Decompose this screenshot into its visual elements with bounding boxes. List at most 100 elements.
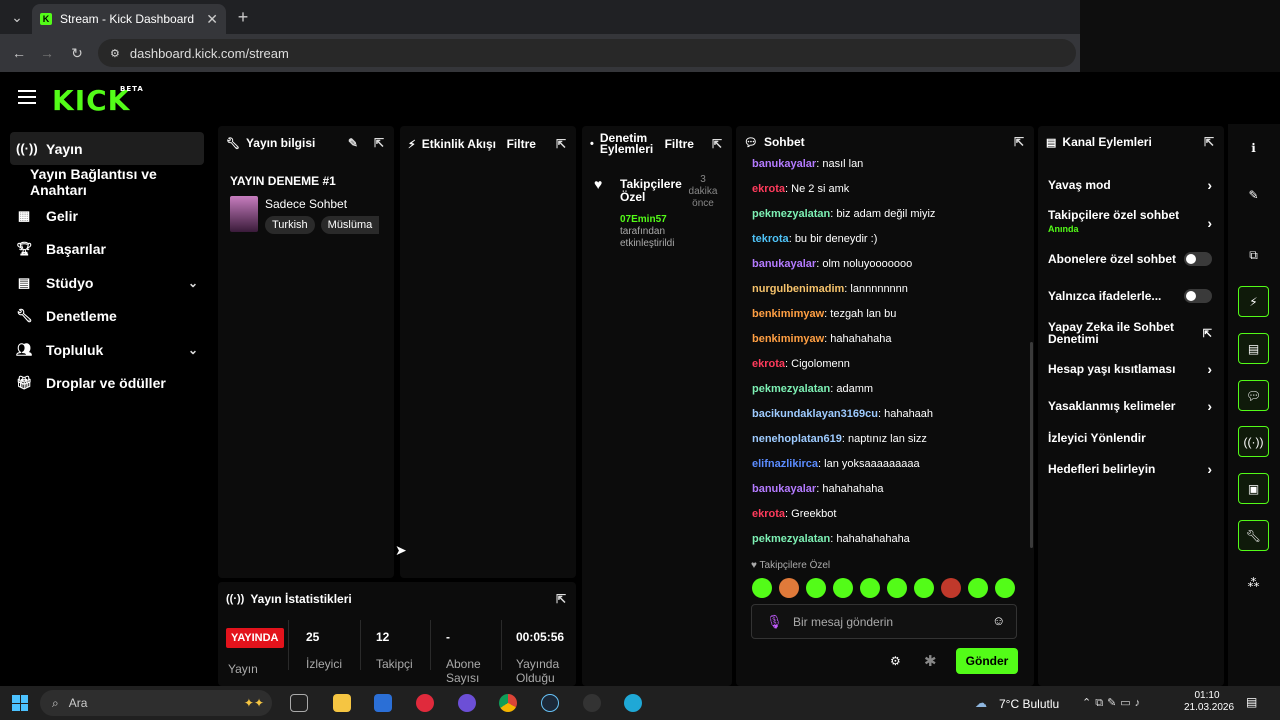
sidebar-item-denetleme[interactable]: 🔧︎ Denetleme bbox=[10, 300, 204, 333]
chat-username[interactable]: pekmezyalatan bbox=[752, 383, 830, 395]
clock[interactable]: 01:10 21.03.2026 bbox=[1184, 690, 1234, 714]
sidebar-item-droplar[interactable]: 🎁︎ Droplar ve ödüller bbox=[10, 367, 204, 400]
emote-icon[interactable] bbox=[914, 578, 934, 598]
chat-username[interactable]: banukayalar bbox=[752, 158, 816, 170]
edge-icon[interactable] bbox=[624, 694, 642, 712]
system-tray-icons[interactable]: ⌃⧉✎▭♪ bbox=[1082, 696, 1144, 710]
chat-username[interactable]: pekmezyalatan bbox=[752, 533, 830, 545]
action-subscribers-only[interactable]: Abonelere özel sohbet bbox=[1038, 252, 1224, 266]
emote-icon[interactable] bbox=[833, 578, 853, 598]
reload-icon[interactable]: ↻ bbox=[66, 42, 88, 64]
chat-username[interactable]: elifnazlikirca bbox=[752, 458, 818, 470]
emotes-only-toggle[interactable] bbox=[1184, 289, 1212, 303]
chrome-icon[interactable] bbox=[499, 694, 517, 712]
filter-button[interactable]: Filtre bbox=[665, 137, 694, 151]
action-banned-words[interactable]: Yasaklanmış kelimeler › bbox=[1038, 398, 1224, 414]
tag[interactable]: Müslüma bbox=[320, 216, 380, 234]
emote-icon[interactable] bbox=[941, 578, 961, 598]
emote-icon[interactable] bbox=[887, 578, 907, 598]
kick-coin-icon[interactable]: ✱ bbox=[924, 652, 937, 670]
popout-icon[interactable]: ⇱ bbox=[1204, 135, 1214, 149]
popout-icon[interactable]: ⇱ bbox=[712, 137, 722, 151]
chat-username[interactable]: ekrota bbox=[752, 183, 785, 195]
edit-pencil-icon[interactable]: ✎ bbox=[1238, 179, 1269, 210]
action-raid[interactable]: İzleyici Yönlendir bbox=[1038, 431, 1224, 445]
action-slow-mode[interactable]: Yavaş mod › bbox=[1038, 177, 1224, 193]
task-view-icon[interactable] bbox=[290, 694, 308, 712]
taskbar-search[interactable]: ⌕ Ara ✦✦ bbox=[40, 690, 272, 716]
store-icon[interactable] bbox=[374, 694, 392, 712]
video-layout-icon[interactable]: ▣ bbox=[1238, 473, 1269, 504]
menu-icon[interactable] bbox=[18, 90, 36, 104]
lightning-icon[interactable]: ⚡︎ bbox=[1238, 286, 1269, 317]
settings-gear-icon[interactable]: ⚙ bbox=[890, 654, 901, 668]
popout-icon[interactable]: ⇱ bbox=[556, 592, 566, 606]
close-tab-icon[interactable]: ✕ bbox=[206, 11, 218, 28]
document-icon[interactable]: ▤ bbox=[1238, 333, 1269, 364]
sidebar-item-stream-key[interactable]: Yayın Bağlantısı ve Anahtarı bbox=[10, 166, 204, 199]
edit-pencil-icon[interactable]: ✎ bbox=[348, 136, 358, 150]
chat-username[interactable]: benkimimyaw bbox=[752, 333, 824, 345]
obs-icon[interactable] bbox=[583, 694, 601, 712]
action-ai-moderation[interactable]: Yapay Zeka ile Sohbet Denetimi ⇱ bbox=[1038, 321, 1224, 345]
emote-icon[interactable] bbox=[995, 578, 1015, 598]
info-icon[interactable]: ℹ bbox=[1238, 132, 1269, 163]
broadcast-icon[interactable]: ((·)) bbox=[1238, 426, 1269, 457]
action-account-age[interactable]: Hesap yaşı kısıtlaması › bbox=[1038, 361, 1224, 377]
sidebar-item-yayin[interactable]: ((·)) Yayın bbox=[10, 132, 204, 165]
windows-start-icon[interactable] bbox=[12, 695, 28, 711]
event-user[interactable]: 07Emin57 bbox=[620, 214, 667, 225]
tag[interactable]: Turkish bbox=[265, 216, 315, 234]
sidebar-item-studyo[interactable]: ▤ Stüdyo ⌄ bbox=[10, 266, 204, 299]
chat-username[interactable]: bacikundaklayan3169cu bbox=[752, 408, 878, 420]
tab-list-chevron-icon[interactable]: ⌄ bbox=[6, 6, 28, 28]
chat-username[interactable]: nenehoplatan619 bbox=[752, 433, 842, 445]
sidebar-item-topluluk[interactable]: 👥︎ Topluluk ⌄ bbox=[10, 333, 204, 366]
emote-icon[interactable] bbox=[968, 578, 988, 598]
wrench-icon[interactable]: 🔧︎ bbox=[1238, 520, 1269, 551]
sidebar-item-gelir[interactable]: ▦ Gelir bbox=[10, 199, 204, 232]
chat-username[interactable]: banukayalar bbox=[752, 258, 816, 270]
file-explorer-icon[interactable] bbox=[333, 694, 351, 712]
app-icon[interactable] bbox=[458, 694, 476, 712]
subscribers-only-toggle[interactable] bbox=[1184, 252, 1212, 266]
emote-icon[interactable] bbox=[806, 578, 826, 598]
popout-icon[interactable]: ⇱ bbox=[374, 136, 384, 150]
popout-icon[interactable]: ⇱ bbox=[1014, 135, 1024, 149]
filter-button[interactable]: Filtre bbox=[507, 137, 536, 151]
more-tools-icon[interactable]: ⁂ bbox=[1238, 567, 1269, 598]
emoji-icon[interactable]: ☺ bbox=[992, 613, 1005, 628]
action-set-goals[interactable]: Hedefleri belirleyin › bbox=[1038, 461, 1224, 477]
chat-username[interactable]: benkimimyaw bbox=[752, 308, 824, 320]
weather-text[interactable]: 7°C Bulutlu bbox=[999, 697, 1059, 711]
action-followers-only[interactable]: Takipçilere özel sohbet Anında › bbox=[1038, 209, 1224, 236]
popout-icon[interactable]: ⇱ bbox=[556, 137, 566, 151]
notification-icon[interactable]: ▤ bbox=[1246, 695, 1257, 709]
media-player-icon[interactable] bbox=[416, 694, 434, 712]
emote-icon[interactable] bbox=[779, 578, 799, 598]
chat-scrollbar[interactable] bbox=[1030, 342, 1033, 548]
chat-username[interactable]: tekrota bbox=[752, 233, 789, 245]
back-arrow-icon[interactable]: ← bbox=[8, 42, 30, 64]
action-emotes-only[interactable]: Yalnızca ifadelerle... bbox=[1038, 289, 1224, 303]
chat-username[interactable]: ekrota bbox=[752, 508, 785, 520]
chat-username[interactable]: banukayalar bbox=[752, 483, 816, 495]
emote-icon[interactable] bbox=[860, 578, 880, 598]
chat-username[interactable]: nurgulbenimadim bbox=[752, 283, 844, 295]
address-bar[interactable]: ⚙ dashboard.kick.com/stream bbox=[98, 39, 1076, 67]
steam-icon[interactable] bbox=[541, 694, 559, 712]
microphone-icon[interactable]: 🎙︎ bbox=[766, 614, 783, 630]
chat-bubble-icon[interactable]: 💬︎ bbox=[1238, 380, 1269, 411]
forward-arrow-icon[interactable]: → bbox=[36, 42, 58, 64]
chat-input[interactable]: 🎙︎ Bir mesaj gönderin ☺ bbox=[751, 604, 1017, 639]
chat-username[interactable]: ekrota bbox=[752, 358, 785, 370]
new-tab-icon[interactable]: + bbox=[232, 6, 254, 28]
screenshot-icon[interactable]: ⧉ bbox=[1238, 240, 1269, 271]
browser-tab[interactable]: K Stream - Kick Dashboard ✕ bbox=[32, 4, 226, 34]
site-info-icon[interactable]: ⚙ bbox=[110, 47, 120, 60]
kick-logo[interactable]: KICK BETA bbox=[52, 84, 143, 117]
send-button[interactable]: Gönder bbox=[956, 648, 1018, 674]
chat-username[interactable]: pekmezyalatan bbox=[752, 208, 830, 220]
emote-icon[interactable] bbox=[752, 578, 772, 598]
sidebar-item-basarilar[interactable]: 🏆︎ Başarılar bbox=[10, 233, 204, 266]
